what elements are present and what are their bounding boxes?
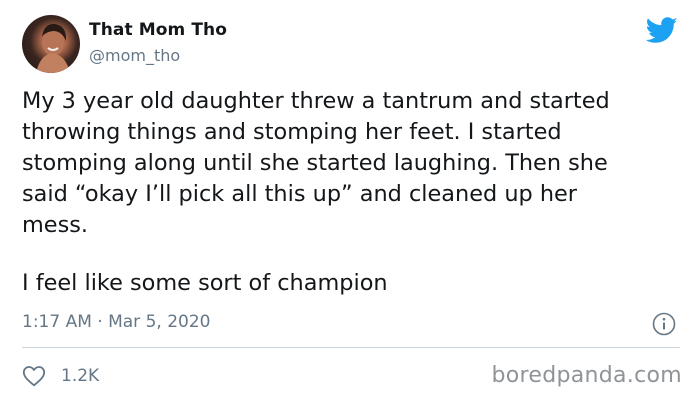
heart-icon xyxy=(22,366,46,387)
display-name[interactable]: That Mom Tho xyxy=(89,20,227,40)
timestamp[interactable]: 1:17 AM · Mar 5, 2020 xyxy=(22,312,210,332)
twitter-bird-icon xyxy=(646,17,678,43)
user-handle[interactable]: @mom_tho xyxy=(89,46,180,65)
tweet-text-line-2: I feel like some sort of champion xyxy=(22,270,388,296)
watermark: boredpanda.com xyxy=(491,363,682,388)
avatar[interactable] xyxy=(22,15,80,73)
like-count: 1.2K xyxy=(61,366,100,386)
divider xyxy=(22,347,680,348)
tweet-text: My 3 year old daughter threw a tantrum a… xyxy=(22,88,610,238)
tweet-card: That Mom Tho @mom_tho My 3 year old daug… xyxy=(0,0,700,402)
info-icon[interactable] xyxy=(652,312,676,336)
like-button[interactable]: 1.2K xyxy=(22,363,99,389)
